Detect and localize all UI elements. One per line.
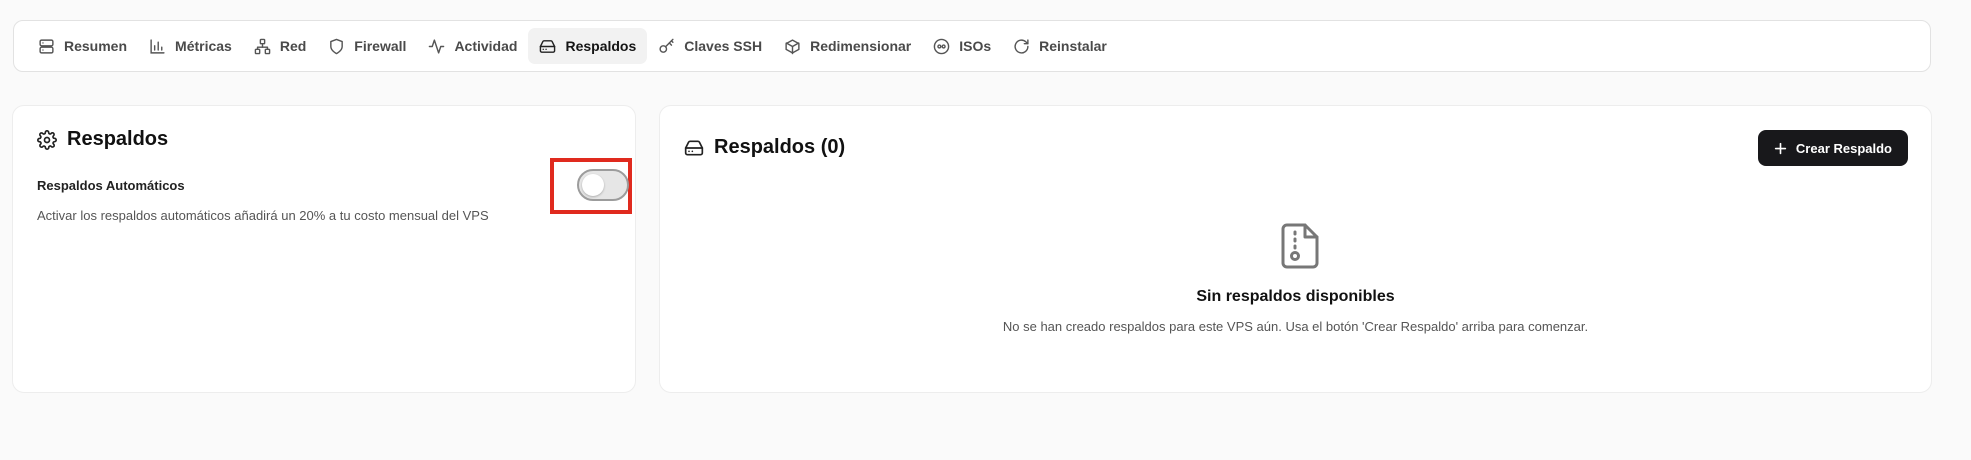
tab-label: Respaldos	[565, 38, 637, 54]
refresh-icon	[1014, 38, 1029, 54]
tab-firewall[interactable]: Firewall	[317, 28, 417, 64]
hard-drive-icon	[684, 140, 704, 155]
auto-backups-description: Activar los respaldos automáticos añadir…	[37, 208, 489, 223]
tab-respaldos[interactable]: Respaldos	[528, 28, 648, 64]
shield-icon	[330, 38, 344, 54]
auto-backups-toggle[interactable]	[577, 169, 629, 201]
tab-label: Resumen	[64, 38, 128, 54]
create-backup-label: Crear Respaldo	[1795, 140, 1892, 156]
tab-resumen[interactable]: Resumen	[27, 28, 138, 64]
tab-actividad[interactable]: Actividad	[417, 28, 528, 64]
create-backup-button[interactable]: Crear Respaldo	[1757, 130, 1908, 166]
tab-label: Claves SSH	[684, 38, 763, 54]
gear-icon	[37, 129, 57, 150]
tab-label: Red	[279, 38, 307, 54]
disc-icon	[933, 38, 950, 54]
settings-card-title: Respaldos	[37, 128, 168, 151]
bar-chart-icon	[150, 38, 165, 54]
network-icon	[254, 38, 271, 54]
tab-bar: Resumen Métricas Red Firewall Actividad …	[13, 20, 1931, 72]
backups-title-text: Respaldos (0)	[714, 136, 846, 158]
backups-card-title: Respaldos (0)	[684, 136, 845, 159]
empty-state-title: Sin respaldos disponibles	[1196, 288, 1395, 305]
empty-state-description: No se han creado respaldos para este VPS…	[1002, 319, 1589, 334]
backup-settings-card: Respaldos Respaldos Automáticos Activar …	[12, 105, 636, 393]
tab-reinstalar[interactable]: Reinstalar	[1002, 28, 1118, 64]
auto-backups-label: Respaldos Automáticos	[37, 178, 185, 193]
tab-red[interactable]: Red	[243, 28, 317, 64]
key-icon	[659, 38, 674, 53]
file-archive-icon	[1281, 223, 1319, 269]
package-icon	[785, 38, 800, 54]
tab-metricas[interactable]: Métricas	[138, 28, 243, 64]
server-icon	[39, 38, 54, 54]
tab-label: ISOs	[959, 38, 992, 54]
activity-icon	[429, 38, 445, 54]
tab-claves-ssh[interactable]: Claves SSH	[647, 28, 773, 64]
backups-list-card: Respaldos (0) Crear Respaldo Sin respald…	[659, 105, 1932, 393]
toggle-knob	[582, 174, 604, 196]
tab-label: Métricas	[175, 38, 232, 54]
settings-title-text: Respaldos	[67, 128, 169, 150]
plus-icon	[1774, 142, 1787, 154]
tab-label: Firewall	[354, 38, 407, 54]
tab-redimensionar[interactable]: Redimensionar	[773, 28, 922, 64]
tab-label: Reinstalar	[1039, 38, 1107, 54]
tab-isos[interactable]: ISOs	[922, 28, 1002, 64]
tab-label: Actividad	[454, 38, 518, 54]
tab-label: Redimensionar	[810, 38, 912, 54]
hard-drive-icon	[540, 39, 556, 53]
